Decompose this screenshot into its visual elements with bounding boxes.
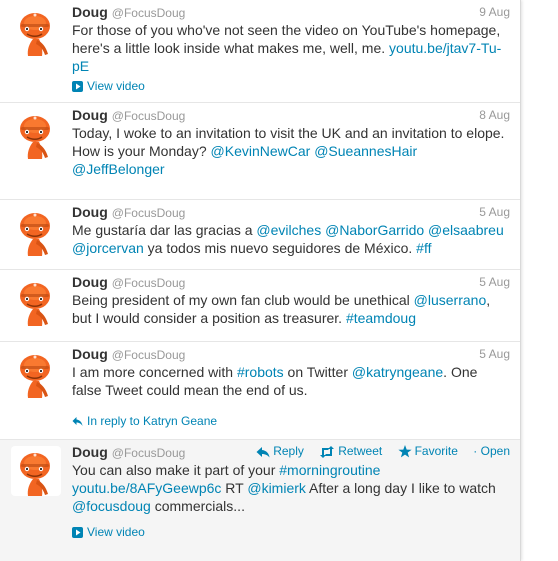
retweet-icon bbox=[320, 446, 335, 458]
robot-mascot-image bbox=[11, 446, 61, 496]
tweet-link[interactable]: youtu.be/8AFyGeewp6c bbox=[72, 480, 221, 496]
tweet-username[interactable]: @FocusDoug bbox=[112, 109, 186, 123]
view-video-link[interactable]: View video bbox=[72, 524, 145, 540]
tweet-link[interactable]: @jorcervan bbox=[72, 240, 144, 256]
robot-mascot-image bbox=[11, 109, 61, 159]
avatar[interactable] bbox=[11, 206, 61, 256]
view-video-link[interactable]: View video bbox=[72, 78, 145, 94]
reply-arrow-icon bbox=[256, 447, 270, 458]
tweet-link[interactable]: @kimierk bbox=[247, 480, 306, 496]
tweet-header: Doug @FocusDoug 5 Aug bbox=[72, 203, 510, 221]
tweet[interactable]: Doug @FocusDoug 5 Aug I am more concerned… bbox=[0, 342, 520, 440]
reply-label: Reply bbox=[273, 444, 304, 458]
robot-mascot-image bbox=[11, 348, 61, 398]
tweet-text: Me gustaría dar las gracias a @evilches … bbox=[72, 221, 508, 257]
tweet-link[interactable]: #morningroutine bbox=[279, 462, 380, 478]
tweet-link[interactable]: #ff bbox=[416, 240, 431, 256]
retweet-label: Retweet bbox=[338, 444, 383, 458]
tweet-link[interactable]: @katryngeane bbox=[352, 364, 443, 380]
tweet-text-segment: Being president of my own fan club would… bbox=[72, 292, 414, 308]
view-video-label: View video bbox=[87, 525, 145, 539]
tweet-fullname[interactable]: Doug bbox=[72, 204, 108, 220]
tweet-header: Doug @FocusDoug 5 Aug bbox=[72, 345, 510, 363]
tweet-fullname[interactable]: Doug bbox=[72, 274, 108, 290]
open-label: Open bbox=[480, 444, 510, 458]
tweet-link[interactable]: @JeffBelonger bbox=[72, 161, 165, 177]
tweet-text-segment: ya todos mis nuevo seguidores de México. bbox=[143, 240, 417, 256]
tweet-text: You can also make it part of your #morni… bbox=[72, 461, 508, 515]
tweet-text-segment: I am more concerned with bbox=[72, 364, 237, 380]
tweet[interactable]: Doug @FocusDoug 5 Aug Me gustaría dar las… bbox=[0, 200, 520, 270]
tweet-fullname[interactable]: Doug bbox=[72, 444, 108, 460]
retweet-button[interactable]: Retweet bbox=[319, 444, 382, 458]
avatar[interactable] bbox=[11, 348, 61, 398]
tweet-header: Doug @FocusDoug 9 Aug bbox=[72, 3, 510, 21]
tweet-fullname[interactable]: Doug bbox=[72, 107, 108, 123]
tweet-timestamp[interactable]: 5 Aug bbox=[479, 203, 510, 221]
tweet-fullname[interactable]: Doug bbox=[72, 346, 108, 362]
tweet-link[interactable]: @elsaabreu bbox=[428, 222, 504, 238]
robot-mascot-image bbox=[11, 206, 61, 256]
tweet-link[interactable]: @SueannesHair bbox=[314, 143, 417, 159]
robot-mascot-image bbox=[11, 6, 61, 56]
open-button[interactable]: · Open bbox=[473, 444, 510, 458]
tweet-text: I am more concerned with #robots on Twit… bbox=[72, 363, 508, 399]
avatar[interactable] bbox=[11, 109, 61, 159]
video-play-icon bbox=[72, 81, 83, 92]
reply-button[interactable]: Reply bbox=[256, 444, 304, 458]
tweet-fullname[interactable]: Doug bbox=[72, 4, 108, 20]
tweet-username[interactable]: @FocusDoug bbox=[112, 348, 186, 362]
tweet[interactable]: Doug @FocusDoug Reply Retweet Favorite · … bbox=[0, 440, 520, 561]
tweet-link[interactable]: #teamdoug bbox=[346, 310, 416, 326]
view-video-label: View video bbox=[87, 79, 145, 93]
tweet-timestamp[interactable]: 9 Aug bbox=[479, 3, 510, 21]
avatar[interactable] bbox=[11, 276, 61, 326]
tweet-link[interactable]: @NaborGarrido bbox=[325, 222, 424, 238]
tweet[interactable]: Doug @FocusDoug 8 Aug Today, I woke to an… bbox=[0, 103, 520, 200]
tweet-timestamp[interactable]: 5 Aug bbox=[479, 273, 510, 291]
tweet-text-segment: commercials... bbox=[150, 498, 245, 514]
robot-mascot-image bbox=[11, 276, 61, 326]
tweet-link[interactable]: #robots bbox=[237, 364, 284, 380]
tweet-text-segment: on Twitter bbox=[283, 364, 352, 380]
reply-arrow-icon bbox=[72, 417, 83, 426]
tweet[interactable]: Doug @FocusDoug 5 Aug Being president of … bbox=[0, 270, 520, 342]
favorite-button[interactable]: Favorite bbox=[397, 444, 458, 458]
tweet-header: Doug @FocusDoug 5 Aug bbox=[72, 273, 510, 291]
tweet-text: Being president of my own fan club would… bbox=[72, 291, 508, 327]
bullet-icon: · bbox=[473, 444, 481, 458]
tweet-link[interactable]: @focusdoug bbox=[72, 498, 151, 514]
tweet-text-segment: RT bbox=[221, 480, 248, 496]
avatar[interactable] bbox=[11, 446, 61, 496]
tweet-link[interactable]: @luserrano bbox=[414, 292, 487, 308]
tweet-header: Doug @FocusDoug 8 Aug bbox=[72, 106, 510, 124]
tweet-username[interactable]: @FocusDoug bbox=[112, 446, 186, 460]
tweet-link[interactable]: @KevinNewCar bbox=[211, 143, 311, 159]
tweet-username[interactable]: @FocusDoug bbox=[112, 6, 186, 20]
tweet-timestamp[interactable]: 5 Aug bbox=[479, 345, 510, 363]
tweet-text-segment: You can also make it part of your bbox=[72, 462, 280, 478]
tweet-text-segment: Me gustaría dar las gracias a bbox=[72, 222, 257, 238]
in-reply-to-label: In reply to Katryn Geane bbox=[87, 414, 218, 428]
tweet[interactable]: Doug @FocusDoug 9 Aug For those of you wh… bbox=[0, 0, 520, 103]
favorite-label: Favorite bbox=[414, 444, 458, 458]
tweet-timeline: Doug @FocusDoug 9 Aug For those of you wh… bbox=[0, 0, 521, 561]
tweet-link[interactable]: @evilches bbox=[256, 222, 321, 238]
tweet-text: For those of you who've not seen the vid… bbox=[72, 21, 508, 75]
tweet-username[interactable]: @FocusDoug bbox=[112, 206, 186, 220]
tweet-text-segment: After a long day I like to watch bbox=[305, 480, 496, 496]
star-icon bbox=[397, 445, 412, 458]
tweet-text: Today, I woke to an invitation to visit … bbox=[72, 124, 508, 178]
tweet-actions: Reply Retweet Favorite · Open bbox=[244, 443, 510, 459]
in-reply-to-link[interactable]: In reply to Katryn Geane bbox=[72, 413, 217, 429]
video-play-icon bbox=[72, 527, 83, 538]
tweet-timestamp[interactable]: 8 Aug bbox=[479, 106, 510, 124]
tweet-username[interactable]: @FocusDoug bbox=[112, 276, 186, 290]
avatar[interactable] bbox=[11, 6, 61, 56]
